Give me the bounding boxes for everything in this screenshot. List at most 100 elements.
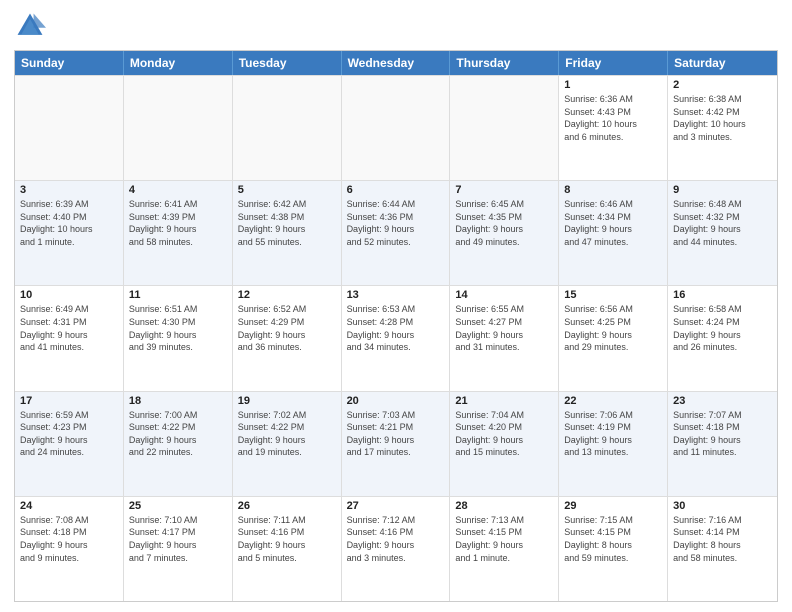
calendar-row: 24 Sunrise: 7:08 AM Sunset: 4:18 PM Dayli…	[15, 496, 777, 601]
day-info: Sunrise: 7:16 AM Sunset: 4:14 PM Dayligh…	[673, 514, 772, 564]
day-number: 15	[564, 289, 662, 301]
calendar-cell: 11 Sunrise: 6:51 AM Sunset: 4:30 PM Dayli…	[124, 286, 233, 390]
day-info: Sunrise: 6:46 AM Sunset: 4:34 PM Dayligh…	[564, 198, 662, 248]
day-number: 29	[564, 500, 662, 512]
calendar-row: 3 Sunrise: 6:39 AM Sunset: 4:40 PM Daylig…	[15, 180, 777, 285]
day-number: 19	[238, 395, 336, 407]
weekday-header-sunday: Sunday	[15, 51, 124, 75]
calendar-row: 1 Sunrise: 6:36 AM Sunset: 4:43 PM Daylig…	[15, 75, 777, 180]
day-info: Sunrise: 6:38 AM Sunset: 4:42 PM Dayligh…	[673, 93, 772, 143]
calendar-cell: 15 Sunrise: 6:56 AM Sunset: 4:25 PM Dayli…	[559, 286, 668, 390]
day-info: Sunrise: 6:55 AM Sunset: 4:27 PM Dayligh…	[455, 303, 553, 353]
logo	[14, 10, 50, 42]
calendar-cell	[233, 76, 342, 180]
calendar-cell: 19 Sunrise: 7:02 AM Sunset: 4:22 PM Dayli…	[233, 392, 342, 496]
calendar-cell: 9 Sunrise: 6:48 AM Sunset: 4:32 PM Daylig…	[668, 181, 777, 285]
day-info: Sunrise: 7:10 AM Sunset: 4:17 PM Dayligh…	[129, 514, 227, 564]
calendar-cell: 14 Sunrise: 6:55 AM Sunset: 4:27 PM Dayli…	[450, 286, 559, 390]
calendar-cell: 2 Sunrise: 6:38 AM Sunset: 4:42 PM Daylig…	[668, 76, 777, 180]
day-number: 7	[455, 184, 553, 196]
weekday-header-monday: Monday	[124, 51, 233, 75]
day-number: 18	[129, 395, 227, 407]
calendar-cell: 4 Sunrise: 6:41 AM Sunset: 4:39 PM Daylig…	[124, 181, 233, 285]
day-number: 9	[673, 184, 772, 196]
weekday-header-wednesday: Wednesday	[342, 51, 451, 75]
calendar-row: 17Sunrise: 6:59 AM Sunset: 4:23 PM Dayli…	[15, 391, 777, 496]
day-info: Sunrise: 6:39 AM Sunset: 4:40 PM Dayligh…	[20, 198, 118, 248]
calendar-cell: 17Sunrise: 6:59 AM Sunset: 4:23 PM Dayli…	[15, 392, 124, 496]
day-number: 26	[238, 500, 336, 512]
calendar-cell: 24 Sunrise: 7:08 AM Sunset: 4:18 PM Dayli…	[15, 497, 124, 601]
day-number: 28	[455, 500, 553, 512]
day-info: Sunrise: 6:58 AM Sunset: 4:24 PM Dayligh…	[673, 303, 772, 353]
day-info: Sunrise: 6:56 AM Sunset: 4:25 PM Dayligh…	[564, 303, 662, 353]
day-number: 25	[129, 500, 227, 512]
calendar-cell: 6 Sunrise: 6:44 AM Sunset: 4:36 PM Daylig…	[342, 181, 451, 285]
calendar-cell	[450, 76, 559, 180]
day-number: 16	[673, 289, 772, 301]
day-info: Sunrise: 6:51 AM Sunset: 4:30 PM Dayligh…	[129, 303, 227, 353]
day-number: 2	[673, 79, 772, 91]
day-info: Sunrise: 7:06 AM Sunset: 4:19 PM Dayligh…	[564, 409, 662, 459]
calendar-cell: 7 Sunrise: 6:45 AM Sunset: 4:35 PM Daylig…	[450, 181, 559, 285]
calendar-body: 1 Sunrise: 6:36 AM Sunset: 4:43 PM Daylig…	[15, 75, 777, 601]
calendar-cell: 10 Sunrise: 6:49 AM Sunset: 4:31 PM Dayli…	[15, 286, 124, 390]
day-number: 11	[129, 289, 227, 301]
calendar-cell: 3 Sunrise: 6:39 AM Sunset: 4:40 PM Daylig…	[15, 181, 124, 285]
calendar-cell: 18 Sunrise: 7:00 AM Sunset: 4:22 PM Dayli…	[124, 392, 233, 496]
day-info: Sunrise: 7:03 AM Sunset: 4:21 PM Dayligh…	[347, 409, 445, 459]
day-info: Sunrise: 7:07 AM Sunset: 4:18 PM Dayligh…	[673, 409, 772, 459]
calendar-cell: 23 Sunrise: 7:07 AM Sunset: 4:18 PM Dayli…	[668, 392, 777, 496]
day-number: 12	[238, 289, 336, 301]
day-info: Sunrise: 6:44 AM Sunset: 4:36 PM Dayligh…	[347, 198, 445, 248]
calendar-cell: 26 Sunrise: 7:11 AM Sunset: 4:16 PM Dayli…	[233, 497, 342, 601]
day-info: Sunrise: 6:45 AM Sunset: 4:35 PM Dayligh…	[455, 198, 553, 248]
day-info: Sunrise: 7:13 AM Sunset: 4:15 PM Dayligh…	[455, 514, 553, 564]
day-number: 6	[347, 184, 445, 196]
calendar-cell	[342, 76, 451, 180]
day-number: 27	[347, 500, 445, 512]
day-number: 30	[673, 500, 772, 512]
calendar-cell: 25 Sunrise: 7:10 AM Sunset: 4:17 PM Dayli…	[124, 497, 233, 601]
calendar-header: SundayMondayTuesdayWednesdayThursdayFrid…	[15, 51, 777, 75]
calendar-cell: 1 Sunrise: 6:36 AM Sunset: 4:43 PM Daylig…	[559, 76, 668, 180]
calendar-cell: 28 Sunrise: 7:13 AM Sunset: 4:15 PM Dayli…	[450, 497, 559, 601]
calendar-row: 10 Sunrise: 6:49 AM Sunset: 4:31 PM Dayli…	[15, 285, 777, 390]
calendar-cell: 21 Sunrise: 7:04 AM Sunset: 4:20 PM Dayli…	[450, 392, 559, 496]
logo-icon	[14, 10, 46, 42]
day-info: Sunrise: 7:12 AM Sunset: 4:16 PM Dayligh…	[347, 514, 445, 564]
day-info: Sunrise: 7:02 AM Sunset: 4:22 PM Dayligh…	[238, 409, 336, 459]
weekday-header-thursday: Thursday	[450, 51, 559, 75]
day-info: Sunrise: 6:53 AM Sunset: 4:28 PM Dayligh…	[347, 303, 445, 353]
day-info: Sunrise: 7:00 AM Sunset: 4:22 PM Dayligh…	[129, 409, 227, 459]
day-info: Sunrise: 7:11 AM Sunset: 4:16 PM Dayligh…	[238, 514, 336, 564]
day-number: 1	[564, 79, 662, 91]
day-number: 10	[20, 289, 118, 301]
day-info: Sunrise: 6:59 AM Sunset: 4:23 PM Dayligh…	[20, 409, 118, 459]
day-number: 3	[20, 184, 118, 196]
day-number: 24	[20, 500, 118, 512]
day-info: Sunrise: 6:48 AM Sunset: 4:32 PM Dayligh…	[673, 198, 772, 248]
day-number: 21	[455, 395, 553, 407]
calendar-cell: 13Sunrise: 6:53 AM Sunset: 4:28 PM Dayli…	[342, 286, 451, 390]
day-number: 5	[238, 184, 336, 196]
calendar-cell: 27 Sunrise: 7:12 AM Sunset: 4:16 PM Dayli…	[342, 497, 451, 601]
day-info: Sunrise: 6:49 AM Sunset: 4:31 PM Dayligh…	[20, 303, 118, 353]
weekday-header-friday: Friday	[559, 51, 668, 75]
day-number: 23	[673, 395, 772, 407]
weekday-header-tuesday: Tuesday	[233, 51, 342, 75]
weekday-header-saturday: Saturday	[668, 51, 777, 75]
page: SundayMondayTuesdayWednesdayThursdayFrid…	[0, 0, 792, 612]
day-info: Sunrise: 6:42 AM Sunset: 4:38 PM Dayligh…	[238, 198, 336, 248]
calendar-cell	[124, 76, 233, 180]
calendar-cell: 20Sunrise: 7:03 AM Sunset: 4:21 PM Dayli…	[342, 392, 451, 496]
day-info: Sunrise: 6:36 AM Sunset: 4:43 PM Dayligh…	[564, 93, 662, 143]
day-info: Sunrise: 6:41 AM Sunset: 4:39 PM Dayligh…	[129, 198, 227, 248]
day-number: 8	[564, 184, 662, 196]
day-number: 4	[129, 184, 227, 196]
day-number: 14	[455, 289, 553, 301]
day-info: Sunrise: 7:15 AM Sunset: 4:15 PM Dayligh…	[564, 514, 662, 564]
day-info: Sunrise: 7:08 AM Sunset: 4:18 PM Dayligh…	[20, 514, 118, 564]
calendar: SundayMondayTuesdayWednesdayThursdayFrid…	[14, 50, 778, 602]
day-info: Sunrise: 7:04 AM Sunset: 4:20 PM Dayligh…	[455, 409, 553, 459]
